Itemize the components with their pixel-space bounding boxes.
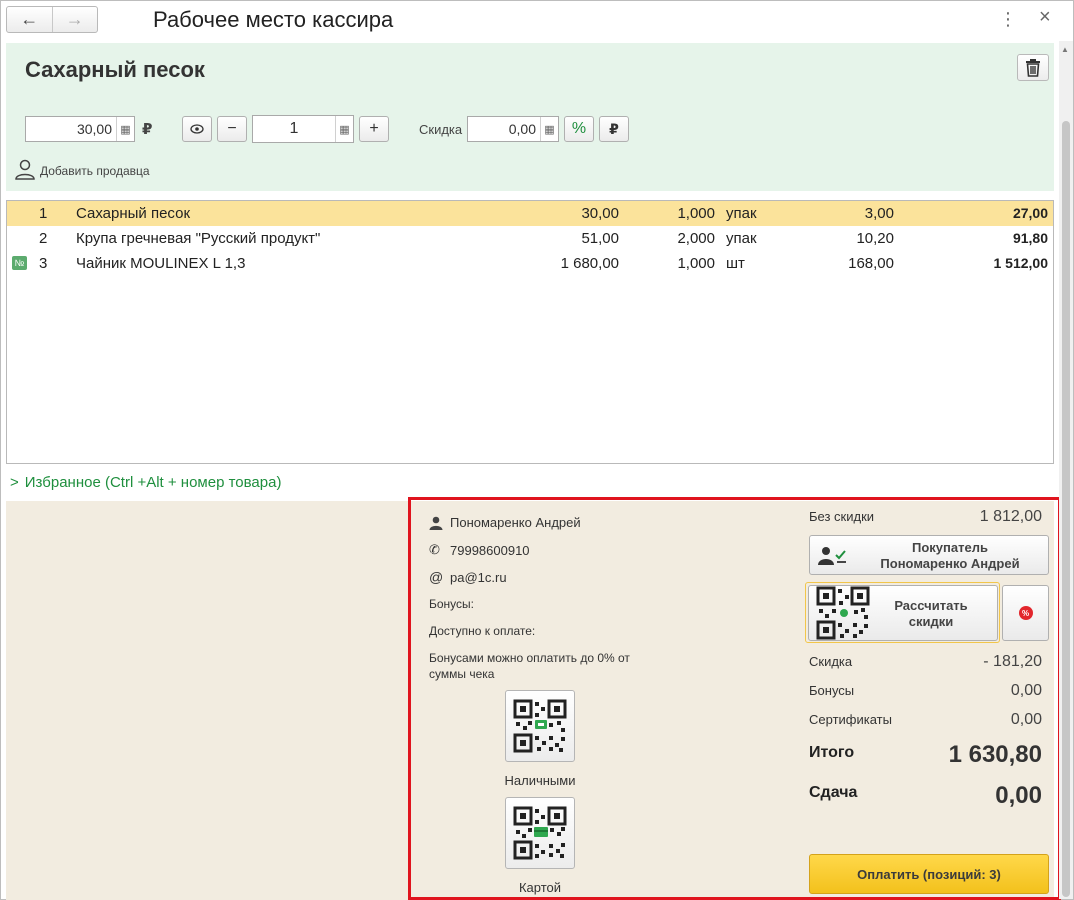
ruble-icon: ₽ — [609, 120, 619, 137]
person-icon — [15, 159, 35, 180]
row-quantity: 1,000 — [677, 205, 715, 222]
currency-sign: ₽ — [142, 121, 153, 138]
calculator-icon[interactable]: ▦ — [116, 117, 134, 141]
window-title: Рабочее место кассира — [153, 7, 394, 32]
scroll-up-icon[interactable]: ▲ — [1061, 45, 1069, 54]
discount-field[interactable]: 0,00 ▦ — [467, 116, 559, 142]
scrollbar-thumb[interactable] — [1062, 121, 1070, 897]
ruble-discount-button[interactable]: ₽ — [599, 116, 629, 142]
more-menu-icon[interactable]: ⋮ — [999, 9, 1017, 30]
row-price: 30,00 — [581, 205, 619, 222]
percent-discount-button[interactable]: % — [564, 116, 594, 142]
quantity-value: 1 — [289, 120, 299, 137]
calculator-icon[interactable]: ▦ — [540, 117, 558, 141]
title-bar: ← → Рабочее место кассира ⋮ × — [1, 1, 1073, 39]
row-discount: 168,00 — [848, 255, 894, 272]
table-row[interactable]: № 3 Чайник MOULINEX L 1,3 1 680,00 1,000… — [7, 251, 1053, 276]
back-button[interactable]: ← — [7, 7, 52, 32]
decrease-quantity-button[interactable]: − — [217, 116, 247, 142]
delete-button[interactable] — [1017, 54, 1049, 81]
percent-icon: % — [571, 120, 587, 137]
trash-icon — [1026, 58, 1040, 77]
calculator-icon[interactable]: ▦ — [335, 116, 353, 142]
show-button[interactable] — [182, 116, 212, 142]
add-seller-link[interactable]: Добавить продавца — [14, 158, 150, 180]
row-unit: упак — [726, 230, 757, 247]
forward-button[interactable]: → — [51, 7, 98, 32]
plus-icon: + — [369, 120, 379, 137]
row-name: Сахарный песок — [76, 205, 191, 222]
chevron-right-icon: > — [10, 474, 19, 491]
row-discount: 3,00 — [864, 205, 894, 222]
close-icon[interactable]: × — [1039, 6, 1051, 29]
row-quantity: 1,000 — [677, 255, 715, 272]
vertical-scrollbar[interactable]: ▲ — [1059, 41, 1073, 899]
discount-field-value: 0,00 — [508, 121, 536, 137]
row-unit: упак — [726, 205, 757, 222]
increase-quantity-button[interactable]: + — [359, 116, 389, 142]
arrow-right-icon: → — [65, 9, 84, 29]
row-number: 3 — [39, 255, 48, 272]
eye-icon — [190, 124, 204, 134]
favorites-toggle[interactable]: > Избранное (Ctrl +Alt + номер товара) — [10, 474, 281, 491]
row-name: Крупа гречневая "Русский продукт" — [76, 230, 321, 247]
number-marker-icon: № — [12, 256, 27, 270]
row-sum: 91,80 — [1012, 230, 1048, 246]
current-item-panel: Сахарный песок 30,00 ▦ ₽ − 1 ▦ + Скидка … — [6, 43, 1054, 191]
nav-buttons: ← → — [6, 6, 98, 33]
highlight-frame — [408, 497, 1061, 900]
row-sum: 27,00 — [1012, 205, 1048, 221]
row-quantity: 2,000 — [677, 230, 715, 247]
price-value: 30,00 — [76, 121, 112, 137]
favorites-label: Избранное (Ctrl +Alt + номер товара) — [24, 474, 282, 491]
row-price: 1 680,00 — [560, 255, 619, 272]
row-price: 51,00 — [581, 230, 619, 247]
row-sum: 1 512,00 — [993, 255, 1049, 271]
row-number: 2 — [39, 230, 48, 247]
cashier-window: ← → Рабочее место кассира ⋮ × Сахарный п… — [0, 0, 1074, 900]
row-unit: шт — [726, 255, 745, 272]
table-row[interactable]: 1 Сахарный песок 30,00 1,000 упак 3,00 2… — [7, 201, 1053, 226]
quantity-field[interactable]: 1 ▦ — [252, 115, 354, 143]
row-discount: 10,20 — [856, 230, 894, 247]
discount-label: Скидка — [419, 122, 463, 137]
arrow-left-icon: ← — [20, 9, 39, 29]
minus-icon: − — [227, 120, 237, 137]
add-seller-label: Добавить продавца — [40, 164, 150, 178]
row-number: 1 — [39, 205, 48, 222]
price-field[interactable]: 30,00 ▦ — [25, 116, 135, 142]
receipt-table: 1 Сахарный песок 30,00 1,000 упак 3,00 2… — [6, 200, 1054, 464]
current-item-name: Сахарный песок — [25, 57, 205, 82]
row-name: Чайник MOULINEX L 1,3 — [76, 255, 246, 272]
table-row[interactable]: 2 Крупа гречневая "Русский продукт" 51,0… — [7, 226, 1053, 251]
